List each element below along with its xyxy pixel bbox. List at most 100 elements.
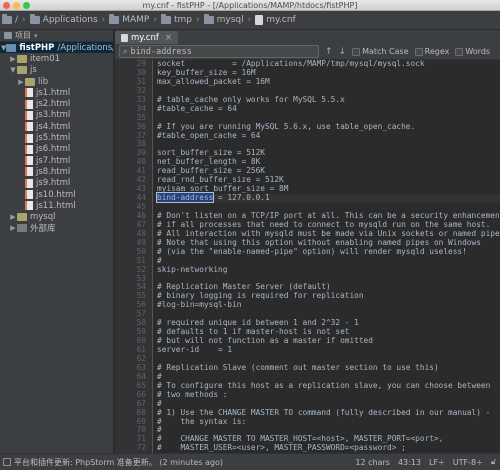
line-number: 34 (136, 103, 146, 113)
search-match-highlight: bind-address (155, 192, 215, 204)
tree-item-js[interactable]: ▼ js (0, 65, 113, 76)
line-number: 39 (136, 148, 146, 158)
close-tab-icon[interactable]: × (165, 33, 172, 43)
collapse-arrow-icon[interactable]: ▶ (17, 78, 25, 86)
find-bar: ⌕ ↑ ↓ Match Case Regex Words (115, 44, 500, 60)
code-line[interactable]: #table_open_cache = 64 (157, 131, 500, 141)
tree-item-js10[interactable]: js10.html (0, 189, 113, 200)
line-number: 70 (136, 425, 146, 435)
minimize-window-button[interactable] (13, 2, 20, 9)
line-number: 51 (136, 255, 146, 265)
match-case-checkbox[interactable] (352, 47, 361, 56)
folder-icon (2, 14, 12, 24)
words-option[interactable]: Words (455, 47, 490, 56)
line-number: 38 (136, 139, 146, 149)
line-number: 49 (136, 237, 146, 247)
navigation-bar: / › Applications › MAMP › tmp › mysql › my.cn… (0, 11, 500, 30)
folder-icon (203, 14, 214, 24)
code-area[interactable]: socket = /Applications/MAMP/tmp/mysql/my… (155, 60, 500, 453)
tree-item-external-libraries[interactable]: ▶ 外部库 (0, 223, 113, 234)
selection-char-count: 12 chars (355, 457, 390, 467)
code-line[interactable]: # two methods : (157, 390, 500, 400)
html-file-icon (25, 156, 33, 166)
lock-icon[interactable]: 🔓︎ (491, 457, 496, 467)
html-file-icon (25, 167, 33, 177)
file-icon (121, 33, 128, 42)
line-number: 46 (136, 210, 146, 220)
regex-option[interactable]: Regex (414, 47, 449, 56)
caret-position[interactable]: 43:13 (398, 458, 421, 467)
search-icon[interactable]: ⌕ (123, 47, 127, 57)
breadcrumb-mamp[interactable]: MAMP › (109, 14, 157, 25)
code-line[interactable]: # (via the "enable-named-pipe" option) w… (157, 247, 500, 257)
line-number: 56 (136, 300, 146, 310)
tree-item-js2[interactable]: js2.html (0, 98, 113, 109)
line-number: 31 (136, 76, 146, 86)
tree-item-js9[interactable]: js9.html (0, 178, 113, 189)
tree-item-js5[interactable]: js5.html (0, 132, 113, 143)
regex-checkbox[interactable] (414, 47, 423, 56)
breadcrumb-root[interactable]: / › (2, 14, 26, 25)
search-field[interactable]: ⌕ (119, 45, 319, 58)
breadcrumb-mysql[interactable]: mysql › (203, 14, 251, 25)
code-line[interactable]: server-id = 1 (157, 345, 500, 355)
file-encoding[interactable]: UTF-8÷ (453, 458, 483, 467)
expand-arrow-icon[interactable]: ▼ (9, 66, 17, 74)
code-line[interactable]: skip-networking (157, 265, 500, 275)
file-icon (255, 15, 264, 25)
tool-window-toggle-icon[interactable] (3, 458, 11, 466)
breadcrumb-file[interactable]: my.cnf (255, 15, 296, 25)
tree-item-js8[interactable]: js8.html (0, 166, 113, 177)
close-window-button[interactable] (3, 2, 10, 9)
tree-item-item01[interactable]: ▶ item01 (0, 53, 113, 64)
line-number: 35 (136, 112, 146, 122)
code-line[interactable]: #table_cache = 64 (157, 104, 500, 114)
line-number: 30 (136, 67, 146, 77)
tree-item-js4[interactable]: js4.html (0, 121, 113, 132)
tree-item-js6[interactable]: js6.html (0, 144, 113, 155)
line-number: 64 (136, 371, 146, 381)
code-editor[interactable]: 29 30 31 32 33 34 35 36 37 38 39 40 41 42 43 44 45 46 47 48… (115, 60, 500, 453)
tree-item-js11[interactable]: js11.html (0, 200, 113, 211)
line-number: 50 (136, 246, 146, 256)
breadcrumb-applications[interactable]: Applications › (29, 14, 105, 25)
breadcrumb-tmp[interactable]: tmp › (160, 14, 200, 25)
code-line[interactable]: bind-address = 127.0.0.1 (155, 192, 500, 204)
code-line[interactable]: max_allowed_packet = 16M (157, 77, 500, 87)
project-panel: 项目 ▾ ▼ fistPHP /Applications/MAM ▶ item0… (0, 30, 114, 453)
collapse-arrow-icon[interactable]: ▶ (9, 224, 17, 232)
status-message[interactable]: 平台和插件更新: PhpStorm 准备更新。 (2 minutes ago) (0, 457, 347, 468)
tree-item-js3[interactable]: js3.html (0, 110, 113, 121)
line-number: 41 (136, 166, 146, 176)
line-number: 68 (136, 407, 146, 417)
line-number: 48 (136, 228, 146, 238)
line-number: 63 (136, 362, 146, 372)
match-case-option[interactable]: Match Case (352, 47, 409, 56)
words-checkbox[interactable] (455, 47, 464, 56)
collapse-arrow-icon[interactable]: ▶ (9, 55, 17, 63)
library-icon (17, 224, 27, 233)
collapse-arrow-icon[interactable]: ▶ (9, 213, 17, 221)
tree-item-project-root[interactable]: ▼ fistPHP /Applications/MAM (0, 42, 113, 54)
code-line[interactable]: # MASTER_USER=<user>, MASTER_PASSWORD=<p… (157, 443, 500, 453)
tab-my-cnf[interactable]: my.cnf × (115, 31, 178, 44)
next-match-icon[interactable]: ↓ (339, 47, 347, 57)
folder-icon (17, 213, 27, 222)
code-line[interactable]: # Replication Slave (comment out master … (157, 363, 500, 373)
search-input[interactable] (130, 46, 311, 57)
tree-item-js1[interactable]: js1.html (0, 87, 113, 98)
zoom-window-button[interactable] (23, 2, 30, 9)
line-number: 33 (136, 94, 146, 104)
line-number: 66 (136, 389, 146, 399)
line-separator[interactable]: LF÷ (429, 458, 445, 467)
tree-item-js7[interactable]: js7.html (0, 155, 113, 166)
previous-match-icon[interactable]: ↑ (325, 47, 333, 57)
project-panel-header[interactable]: 项目 ▾ (0, 30, 113, 42)
tree-item-lib[interactable]: ▶ lib (0, 76, 113, 87)
code-line[interactable]: # the syntax is: (157, 417, 500, 427)
code-line[interactable]: #log-bin=mysql-bin (157, 300, 500, 310)
line-number: 29 (136, 60, 146, 68)
line-number: 58 (136, 318, 146, 328)
tree-item-mysql[interactable]: ▶ mysql (0, 211, 113, 222)
html-file-icon (25, 190, 33, 199)
